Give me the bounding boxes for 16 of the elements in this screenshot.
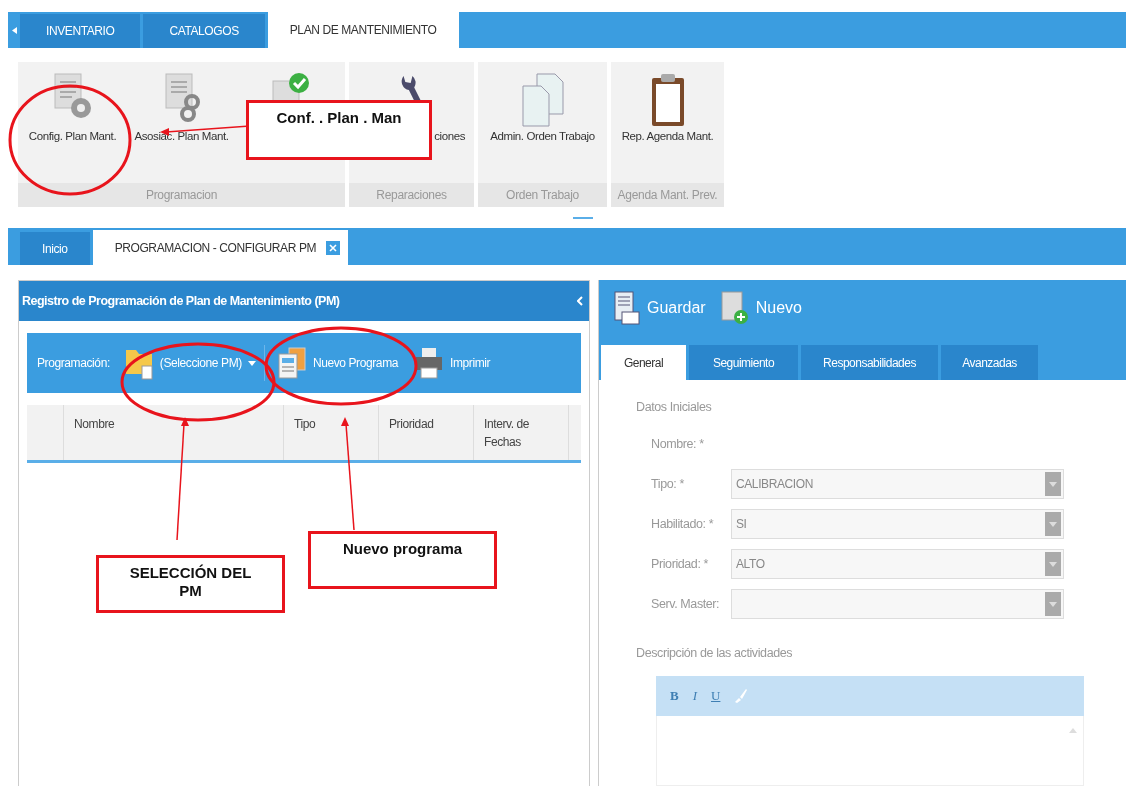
- panel-title: Registro de Programación de Plan de Mantenimiento (PM): [22, 294, 340, 308]
- section-title: Datos Iniciales: [636, 400, 713, 414]
- group-label: Orden Trabajo: [478, 183, 607, 207]
- annotation-callout-tooltip: Conf. . Plan . Man: [246, 100, 432, 160]
- field-label: Serv. Master:: [651, 597, 721, 611]
- field-label: Descripción de las actividades: [636, 646, 794, 660]
- toolbar-label: Programación:: [37, 356, 110, 370]
- group-label: Agenda Mant. Prev.: [611, 183, 724, 207]
- annotation-callout-tooltip: SELECCIÓN DEL PM: [96, 555, 285, 613]
- annotation-callout-tooltip: Nuevo programa: [308, 531, 497, 589]
- field-label: Nombre: *: [651, 437, 705, 451]
- group-label: Reparaciones: [349, 183, 474, 207]
- field-label: Tipo: *: [651, 477, 685, 491]
- field-label: Prioridad: *: [651, 557, 710, 571]
- field-label: Habilitado: *: [651, 517, 715, 531]
- group-label: Programacion: [18, 183, 345, 207]
